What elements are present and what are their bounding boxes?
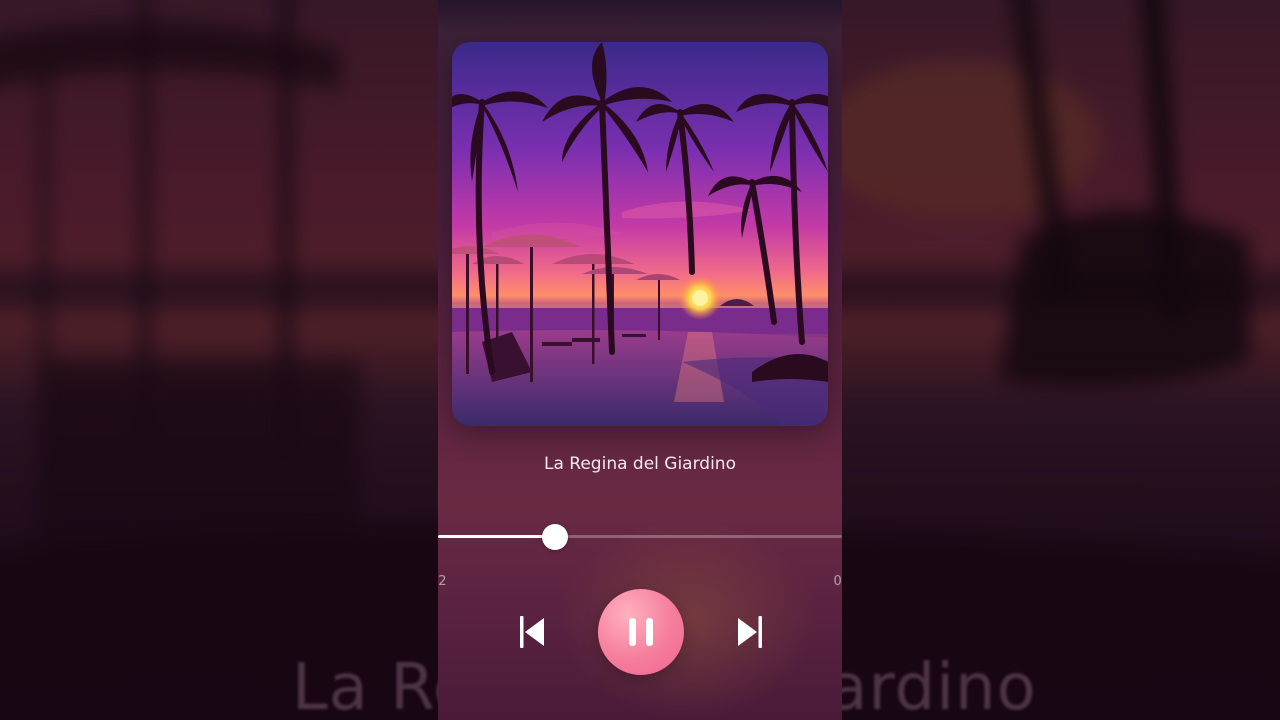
panel-top-shade — [438, 0, 842, 30]
progress-track[interactable] — [438, 535, 842, 538]
next-track-button[interactable] — [732, 614, 768, 650]
skip-previous-icon — [520, 616, 544, 648]
previous-track-button[interactable] — [514, 614, 550, 650]
pause-button[interactable] — [598, 589, 684, 675]
tropical-sunset-beach-artwork — [452, 42, 828, 426]
elapsed-time: 52 — [438, 574, 447, 589]
song-title: La Regina del Giardino — [544, 454, 736, 474]
album-artwork — [452, 42, 828, 426]
progress-fill — [438, 535, 555, 538]
skip-next-icon — [738, 616, 762, 648]
progress-thumb[interactable] — [542, 524, 568, 550]
total-time: 02 — [833, 574, 842, 589]
music-player-panel: La Regina del Giardino 52 02 — [438, 0, 842, 720]
